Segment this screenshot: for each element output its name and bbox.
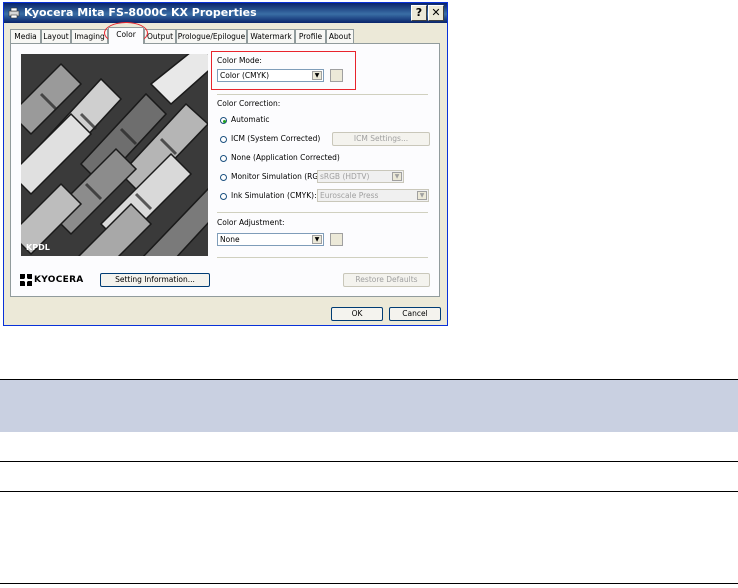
kyocera-logo-icon: [20, 274, 32, 286]
title-bar[interactable]: Kyocera Mita FS-8000C KX Properties ? ✕: [4, 3, 447, 23]
preview-image: KPDL: [21, 54, 208, 256]
chevron-down-icon: ▼: [312, 235, 322, 244]
restore-defaults-button[interactable]: Restore Defaults: [343, 273, 430, 287]
monitor-simulation-value: sRGB (HDTV): [320, 172, 370, 181]
brand-name: KYOCERA: [34, 275, 84, 285]
chevron-down-icon: ▼: [392, 172, 402, 181]
ink-simulation-radio[interactable]: [220, 193, 227, 200]
kyocera-logo: KYOCERA: [20, 274, 84, 286]
crayons-image: [21, 54, 208, 256]
color-adjustment-value: None: [220, 235, 240, 244]
tab-profile[interactable]: Profile: [295, 29, 326, 43]
divider: [217, 94, 428, 95]
none-radio[interactable]: [220, 155, 227, 162]
icm-radio[interactable]: [220, 136, 227, 143]
table-bottom-rule: [0, 583, 738, 584]
help-button[interactable]: ?: [411, 5, 427, 21]
color-adjustment-select[interactable]: None ▼: [217, 233, 324, 246]
tab-layout[interactable]: Layout: [41, 29, 71, 43]
cancel-button[interactable]: Cancel: [389, 307, 441, 321]
setting-information-button[interactable]: Setting Information...: [100, 273, 210, 287]
table-rule: [0, 461, 738, 462]
preview-caption: KPDL: [26, 243, 50, 252]
divider: [217, 212, 428, 213]
highlight-box: [211, 51, 356, 90]
ink-simulation-label: Ink Simulation (CMYK):: [231, 191, 317, 200]
monitor-simulation-select[interactable]: sRGB (HDTV) ▼: [317, 170, 404, 183]
close-button[interactable]: ✕: [428, 5, 444, 21]
ok-button[interactable]: OK: [331, 307, 383, 321]
icm-label: ICM (System Corrected): [231, 134, 321, 143]
icm-settings-button[interactable]: ICM Settings...: [332, 132, 430, 146]
tab-watermark[interactable]: Watermark: [247, 29, 295, 43]
close-icon: ✕: [431, 6, 441, 19]
tab-about[interactable]: About: [326, 29, 354, 43]
table-header: [0, 380, 738, 432]
color-correction-label: Color Correction:: [217, 99, 281, 108]
divider: [217, 257, 428, 258]
tab-output[interactable]: Output: [144, 29, 176, 43]
tab-media[interactable]: Media: [10, 29, 41, 43]
color-adjustment-label: Color Adjustment:: [217, 218, 285, 227]
monitor-simulation-label: Monitor Simulation (RGB):: [231, 172, 329, 181]
printer-icon: [8, 7, 20, 19]
ink-simulation-value: Euroscale Press: [320, 191, 379, 200]
tab-prologue-epilogue[interactable]: Prologue/Epilogue: [176, 29, 247, 43]
chevron-down-icon: ▼: [417, 191, 427, 200]
tab-imaging[interactable]: Imaging: [71, 29, 108, 43]
ink-simulation-select[interactable]: Euroscale Press ▼: [317, 189, 429, 202]
automatic-label: Automatic: [231, 115, 270, 124]
window-title: Kyocera Mita FS-8000C KX Properties: [24, 6, 257, 19]
automatic-radio[interactable]: [220, 117, 227, 124]
properties-dialog: Kyocera Mita FS-8000C KX Properties ? ✕ …: [3, 2, 448, 326]
color-adjustment-options-button[interactable]: [330, 233, 343, 246]
table-rule: [0, 491, 738, 492]
monitor-simulation-radio[interactable]: [220, 174, 227, 181]
tab-color[interactable]: Color: [108, 27, 144, 44]
none-label: None (Application Corrected): [231, 153, 340, 162]
